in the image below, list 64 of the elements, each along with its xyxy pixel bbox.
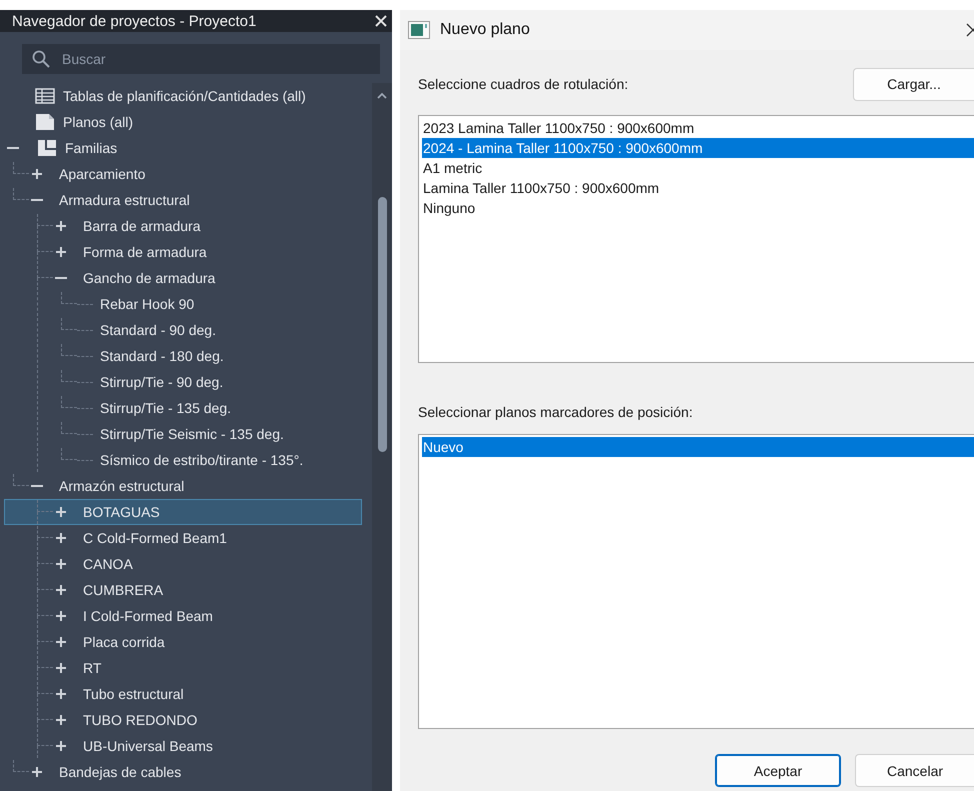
- list-item[interactable]: Ninguno: [422, 198, 974, 218]
- tree-item[interactable]: Standard - 90 deg.: [4, 317, 362, 343]
- app-icon: [408, 21, 430, 39]
- tree-item[interactable]: TUBO REDONDO: [4, 707, 362, 733]
- tree-item[interactable]: C Cold-Formed Beam1: [4, 525, 362, 551]
- expand-icon[interactable]: [53, 686, 69, 702]
- cancel-button[interactable]: Cancelar: [855, 754, 974, 787]
- expand-icon[interactable]: [53, 244, 69, 260]
- tree-item[interactable]: Barra de armadura: [4, 213, 362, 239]
- tree-item[interactable]: Tubo estructural: [4, 681, 362, 707]
- expand-icon[interactable]: [53, 712, 69, 728]
- field-label: Seleccione cuadros de rotulación:: [418, 76, 628, 92]
- title-block-list[interactable]: 2023 Lamina Taller 1100x750 : 900x600mm 2024 - Lamina Taller 1100x750 : 900x600mm A1 metric Lamina Taller 1100x750 : 900x600mm Ninguno: [418, 115, 974, 363]
- list-item[interactable]: Nuevo: [422, 437, 974, 457]
- expand-icon[interactable]: [53, 530, 69, 546]
- list-item[interactable]: A1 metric: [422, 158, 974, 178]
- search-icon: [32, 50, 50, 68]
- tree-item[interactable]: Forma de armadura: [4, 239, 362, 265]
- expand-icon[interactable]: [53, 634, 69, 650]
- list-item[interactable]: Lamina Taller 1100x750 : 900x600mm: [422, 178, 974, 198]
- search-field[interactable]: Buscar: [22, 44, 380, 74]
- tree-item[interactable]: Aparcamiento: [4, 161, 362, 187]
- tree-item[interactable]: BOTAGUAS: [4, 499, 362, 525]
- tree-item[interactable]: CANOA: [4, 551, 362, 577]
- tree-item[interactable]: Rebar Hook 90: [4, 291, 362, 317]
- family-icon: [37, 139, 57, 157]
- expand-icon[interactable]: [29, 764, 45, 780]
- expand-icon[interactable]: [53, 738, 69, 754]
- tree-item[interactable]: Planos (all): [4, 109, 362, 135]
- tree-item[interactable]: Placa corrida: [4, 629, 362, 655]
- expand-icon[interactable]: [53, 608, 69, 624]
- list-item[interactable]: 2024 - Lamina Taller 1100x750 : 900x600mm: [422, 138, 974, 158]
- ok-button[interactable]: Aceptar: [715, 754, 841, 787]
- expand-icon[interactable]: [53, 660, 69, 676]
- tree-item[interactable]: Standard - 180 deg.: [4, 343, 362, 369]
- tree-item[interactable]: Gancho de armadura: [4, 265, 362, 291]
- dialog-title: Nuevo plano: [440, 21, 530, 39]
- tree-item[interactable]: Stirrup/Tie - 90 deg.: [4, 369, 362, 395]
- tree-item[interactable]: Armazón estructural: [4, 473, 362, 499]
- tree-item[interactable]: Bandejas de cables: [4, 759, 362, 785]
- sheet-icon: [35, 113, 55, 131]
- expand-icon[interactable]: [53, 504, 69, 520]
- tree-item[interactable]: Familias: [4, 135, 362, 161]
- expand-icon[interactable]: [53, 218, 69, 234]
- scrollbar-thumb[interactable]: [378, 197, 386, 452]
- load-button[interactable]: Cargar...: [853, 68, 974, 100]
- table-icon: [35, 88, 55, 104]
- tree-item[interactable]: CUMBRERA: [4, 577, 362, 603]
- expand-icon[interactable]: [29, 166, 45, 182]
- panel-title: Navegador de proyectos - Proyecto1: [12, 12, 256, 30]
- tree-item[interactable]: Stirrup/Tie Seismic - 135 deg.: [4, 421, 362, 447]
- placeholder-sheet-list[interactable]: Nuevo: [418, 434, 974, 729]
- tree-item[interactable]: UB-Universal Beams: [4, 733, 362, 759]
- tree-item[interactable]: Armadura estructural: [4, 187, 362, 213]
- close-icon[interactable]: [966, 23, 974, 37]
- list-item[interactable]: 2023 Lamina Taller 1100x750 : 900x600mm: [422, 118, 974, 138]
- tree-item[interactable]: Stirrup/Tie - 135 deg.: [4, 395, 362, 421]
- field-label: Seleccionar planos marcadores de posición:: [418, 404, 694, 420]
- expand-icon[interactable]: [53, 582, 69, 598]
- tree-item[interactable]: Sísmico de estribo/tirante - 135°.: [4, 447, 362, 473]
- tree-item[interactable]: RT: [4, 655, 362, 681]
- tree-item[interactable]: Tablas de planificación/Cantidades (all): [4, 83, 362, 109]
- tree-item[interactable]: I Cold-Formed Beam: [4, 603, 362, 629]
- expand-icon[interactable]: [53, 556, 69, 572]
